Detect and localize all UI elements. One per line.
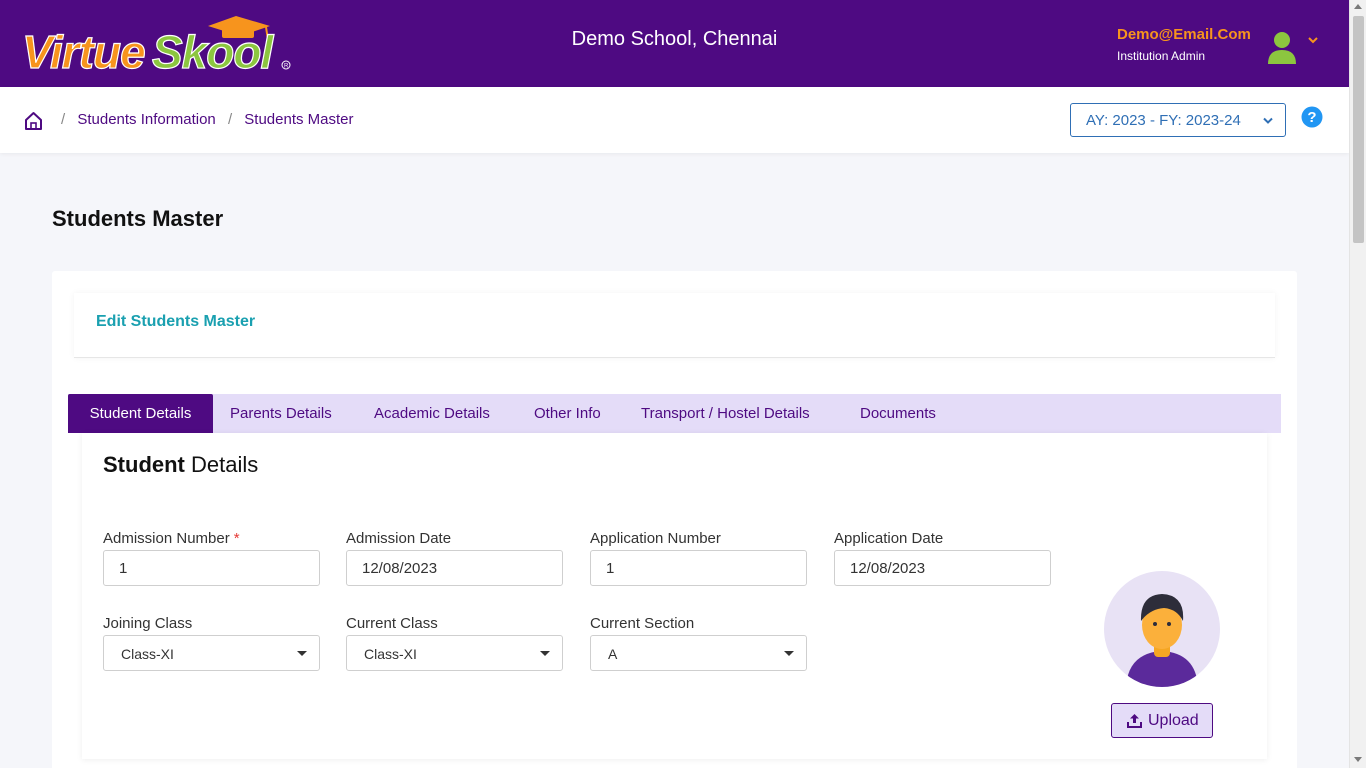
section-title: Student Details [103,452,258,478]
required-mark: * [233,530,240,547]
chevron-down-icon [1263,117,1273,124]
section-title-bold: Student [103,452,185,477]
current-section-label: Current Section [590,615,695,632]
application-number-label: Application Number [590,530,721,547]
tab-student-details[interactable]: Student Details [68,394,213,433]
admission-number-label: Admission Number * [103,530,240,547]
breadcrumb: / Students Information / Students Master [53,111,354,128]
tab-academic-details[interactable]: Academic Details [374,394,490,433]
section-title-rest: Details [184,452,259,477]
svg-text:R: R [284,64,289,70]
breadcrumb-separator: / [61,111,66,128]
application-date-input[interactable] [834,550,1051,586]
student-avatar-icon [1126,594,1198,687]
user-avatar-icon[interactable] [1266,30,1298,64]
current-section-value: A [608,646,618,662]
tab-bar: Student Details Parents Details Academic… [68,394,1281,433]
page-scrollbar[interactable] [1349,0,1366,768]
breadcrumb-bar: / Students Information / Students Master… [0,87,1349,153]
tab-documents[interactable]: Documents [860,394,936,433]
current-class-select[interactable]: Class-XI [346,635,563,671]
dropdown-caret-icon [784,651,794,656]
academic-year-value: AY: 2023 - FY: 2023-24 [1086,112,1241,129]
admission-date-input[interactable] [346,550,563,586]
card-header: Edit Students Master [74,293,1275,358]
application-date-label: Application Date [834,530,944,547]
upload-button[interactable]: Upload [1111,703,1213,738]
help-icon[interactable]: ? [1301,106,1323,128]
dropdown-caret-icon [297,651,307,656]
chevron-down-icon[interactable] [1306,36,1320,46]
application-number-input[interactable] [590,550,807,586]
user-info[interactable]: Demo@Email.Com Institution Admin [1117,26,1251,63]
card-title: Edit Students Master [96,313,256,330]
home-icon[interactable] [24,111,43,131]
current-class-label: Current Class [346,615,438,632]
upload-label: Upload [1148,712,1199,729]
current-section-select[interactable]: A [590,635,807,671]
admission-number-label-text: Admission Number [103,530,230,547]
scroll-thumb[interactable] [1353,16,1364,243]
joining-class-select[interactable]: Class-XI [103,635,320,671]
svg-text:?: ? [1307,109,1316,126]
admission-number-input[interactable] [103,550,320,586]
academic-year-select[interactable]: AY: 2023 - FY: 2023-24 [1070,103,1286,137]
scroll-up-arrow-icon[interactable] [1354,4,1362,9]
tab-other-info[interactable]: Other Info [534,394,601,433]
top-header: Virtue Skool R Demo School, Chennai Demo… [0,0,1349,87]
current-class-value: Class-XI [364,646,417,662]
joining-class-value: Class-XI [121,646,174,662]
student-details-panel [82,433,1267,759]
upload-icon [1127,714,1142,728]
user-role: Institution Admin [1117,49,1206,63]
breadcrumb-separator: / [227,111,233,128]
breadcrumb-students-information[interactable]: Students Information [77,111,215,128]
joining-class-label: Joining Class [103,615,193,632]
tab-transport-hostel-details[interactable]: Transport / Hostel Details [641,394,810,433]
dropdown-caret-icon [540,651,550,656]
student-photo [1104,571,1220,687]
admission-date-label: Admission Date [346,530,452,547]
user-email: Demo@Email.Com [1117,26,1251,43]
page-title: Students Master [52,206,224,231]
tab-parents-details[interactable]: Parents Details [230,394,332,433]
breadcrumb-students-master[interactable]: Students Master [244,111,353,128]
scroll-down-arrow-icon[interactable] [1354,757,1362,762]
